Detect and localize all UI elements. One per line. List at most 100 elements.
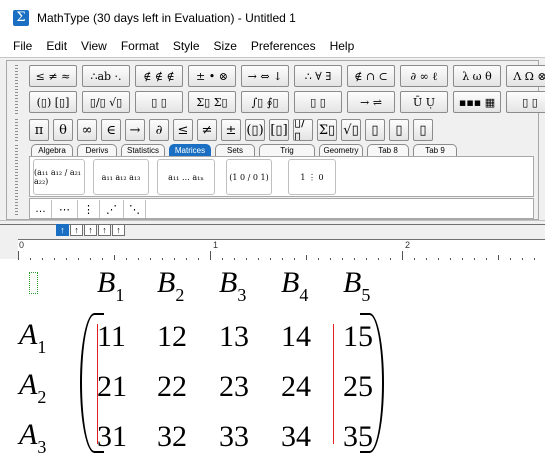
small-template-panel: … ⋯ ⋮ ⋰ ⋱	[29, 198, 534, 219]
menu-style[interactable]: Style	[166, 39, 207, 53]
symbol-button[interactable]: (▯)	[245, 119, 265, 141]
matrix-cell[interactable]: 22	[157, 370, 187, 404]
matrix-cell[interactable]: 34	[281, 420, 311, 454]
relational-tab-button[interactable]: ↑	[98, 224, 111, 236]
column-header-subscript: 5	[361, 285, 371, 305]
tab-trig[interactable]: Trig	[259, 144, 315, 156]
matrix-cell[interactable]: 11	[97, 320, 126, 354]
palette-button[interactable]: ∴ ∀ ∃	[294, 65, 342, 87]
symbol-button[interactable]: ±	[221, 119, 241, 141]
template-cdots[interactable]: ⋯	[52, 200, 78, 218]
palette-button[interactable]: Λ Ω ⊗	[506, 65, 545, 87]
palette-button[interactable]: ▯ ▯	[294, 91, 342, 113]
symbol-button[interactable]: [▯]	[269, 119, 289, 141]
symbol-button[interactable]: ≤	[173, 119, 193, 141]
tab-bar-grip[interactable]	[15, 145, 18, 217]
tab-matrices[interactable]: Matrices	[169, 144, 211, 156]
symbol-button[interactable]: ▯	[389, 119, 409, 141]
palette-button[interactable]: λ ω θ	[453, 65, 501, 87]
tab-sets[interactable]: Sets	[215, 144, 255, 156]
row-header-variable: A	[19, 418, 38, 451]
palette-button[interactable]: → ⇌	[347, 91, 395, 113]
row-header-variable: A	[19, 368, 38, 401]
menu-format[interactable]: Format	[114, 39, 166, 53]
symbol-button[interactable]: ▯	[413, 119, 433, 141]
ruler-area: ↑ ↑ ↑ ↑ ↑ 0 1 2	[0, 220, 545, 261]
symbol-bar-grip[interactable]	[15, 119, 18, 141]
template-identity-matrix[interactable]: (1 0 / 0 1)	[226, 159, 272, 195]
equation-editor[interactable]: B1 B2 B3 B4 B5 A1 A2 A3 11 12 13 14 15 21 22 23 24 25 31 32…	[0, 260, 545, 466]
column-header-subscript: 3	[237, 285, 247, 305]
tab-geometry[interactable]: Geometry	[319, 144, 363, 156]
template-ldots[interactable]: …	[30, 200, 52, 218]
template-ddots[interactable]: ⋱	[124, 200, 146, 218]
symbol-button[interactable]: ▯/▯	[293, 119, 313, 141]
matrix-cell[interactable]: 21	[97, 370, 127, 404]
palette-button[interactable]: → ⇔ ↓	[241, 65, 289, 87]
matrix-cell[interactable]: 25	[343, 370, 373, 404]
decimal-tab-button[interactable]: ↑	[112, 224, 125, 236]
tab-tab-8[interactable]: Tab 8	[367, 144, 409, 156]
menu-edit[interactable]: Edit	[39, 39, 74, 53]
matrix-cell[interactable]: 15	[343, 320, 373, 354]
symbol-button[interactable]: ▯	[365, 119, 385, 141]
symbol-button[interactable]: π	[29, 119, 49, 141]
matrix-cell[interactable]: 12	[157, 320, 187, 354]
menu-preferences[interactable]: Preferences	[244, 39, 323, 53]
matrix-cell[interactable]: 35	[343, 420, 373, 454]
template-matrix-3x3[interactable]: a₁₁ a₁₂ a₁₃	[93, 159, 149, 195]
ruler[interactable]: 0 1 2	[18, 239, 545, 261]
menu-file[interactable]: File	[6, 39, 39, 53]
palette-button[interactable]: ≤ ≠ ≈	[29, 65, 77, 87]
palette-row-1: ≤ ≠ ≈ ∴ab ·. ∉ ∉ ∉ ± • ⊗ → ⇔ ↓ ∴ ∀ ∃ ∉ ∩ ⊂ ∂ ∞ …	[29, 65, 545, 87]
empty-slot-placeholder[interactable]	[29, 272, 38, 294]
row-header-subscript: 2	[37, 387, 47, 407]
symbol-button[interactable]: √▯	[341, 119, 361, 141]
toolbar-grip[interactable]	[15, 65, 18, 115]
menu-help[interactable]: Help	[323, 39, 362, 53]
palette-button[interactable]: (▯) [▯]	[29, 91, 77, 113]
column-header: B5	[343, 266, 370, 305]
matrix-cell[interactable]: 32	[157, 420, 187, 454]
matrix-cell[interactable]: 14	[281, 320, 311, 354]
symbol-button[interactable]: →	[125, 119, 145, 141]
matrix-cell[interactable]: 33	[219, 420, 249, 454]
symbol-button[interactable]: ≠	[197, 119, 217, 141]
symbol-button[interactable]: ∞	[77, 119, 97, 141]
matrix-cell[interactable]: 24	[281, 370, 311, 404]
template-matrix-2x2[interactable]: (a₁₁ a₁₂ / a₂₁ a₂₂)	[33, 159, 85, 195]
palette-button[interactable]: ∉ ∉ ∉	[135, 65, 183, 87]
menu-view[interactable]: View	[74, 39, 114, 53]
symbol-button[interactable]: Σ▯	[317, 119, 337, 141]
palette-button[interactable]: ▯/▯ √▯	[82, 91, 130, 113]
symbol-button[interactable]: ∂	[149, 119, 169, 141]
template-matrix-nxn[interactable]: a₁₁ … a₁ₙ	[157, 159, 215, 195]
palette-button[interactable]: ▯ ▯	[135, 91, 183, 113]
matrix-cell[interactable]: 31	[97, 420, 127, 454]
template-udots[interactable]: ⋰	[100, 200, 124, 218]
symbol-button[interactable]: ∈	[101, 119, 121, 141]
palette-button[interactable]: ∫▯ ∮▯	[241, 91, 289, 113]
tab-algebra[interactable]: Algebra	[31, 144, 73, 156]
tab-derivs[interactable]: Derivs	[77, 144, 117, 156]
palette-button[interactable]: ▪▪▪ ▦	[453, 91, 501, 113]
palette-button[interactable]: ▯ ▯	[506, 91, 545, 113]
palette-button[interactable]: ∉ ∩ ⊂	[347, 65, 395, 87]
tab-statistics[interactable]: Statistics	[121, 144, 165, 156]
matrix-cell[interactable]: 23	[219, 370, 249, 404]
center-tab-button[interactable]: ↑	[70, 224, 83, 236]
window-title: MathType (30 days left in Evaluation) - …	[37, 11, 296, 25]
menu-size[interactable]: Size	[207, 39, 244, 53]
palette-button[interactable]: Ū Ụ	[400, 91, 448, 113]
palette-button[interactable]: ∂ ∞ ℓ	[400, 65, 448, 87]
template-partition-matrix[interactable]: 1 ⋮ 0	[288, 159, 336, 195]
palette-button[interactable]: ∴ab ·.	[82, 65, 130, 87]
right-tab-button[interactable]: ↑	[84, 224, 97, 236]
palette-button[interactable]: Σ▯ Σ▯	[188, 91, 236, 113]
tab-tab-9[interactable]: Tab 9	[413, 144, 457, 156]
palette-button[interactable]: ± • ⊗	[188, 65, 236, 87]
template-vdots[interactable]: ⋮	[78, 200, 100, 218]
matrix-cell[interactable]: 13	[219, 320, 249, 354]
left-tab-button[interactable]: ↑	[56, 224, 69, 236]
symbol-button[interactable]: θ	[53, 119, 73, 141]
